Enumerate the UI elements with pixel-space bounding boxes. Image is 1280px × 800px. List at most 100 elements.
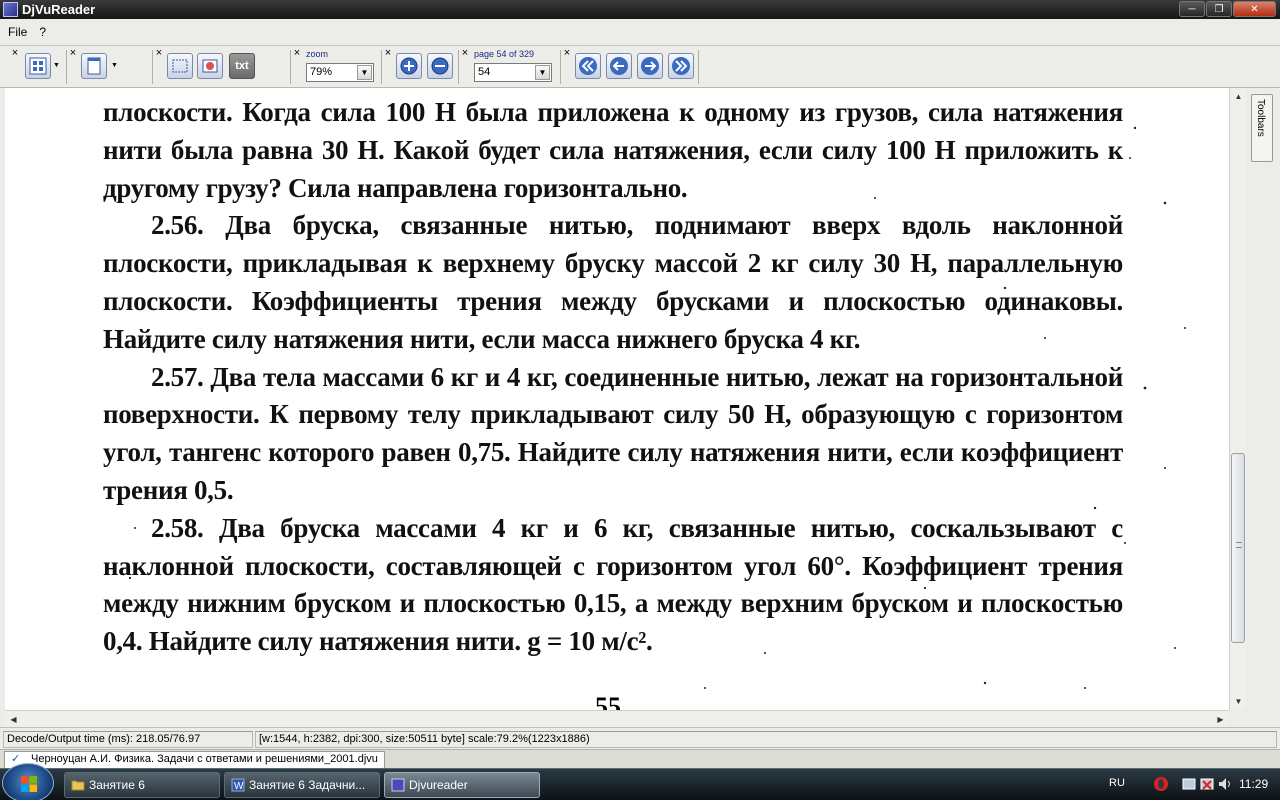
decode-time-status: Decode/Output time (ms): 218.05/76.97 [3, 731, 253, 748]
document-tab-label: Черноуцан А.И. Физика. Задачи с ответами… [31, 753, 378, 765]
scrollbar-thumb[interactable] [1231, 453, 1245, 643]
volume-icon[interactable] [1217, 776, 1233, 792]
zoom-out-icon [431, 57, 449, 75]
toolbar-close-icon[interactable]: × [383, 48, 393, 59]
arrow-left-icon [610, 57, 628, 75]
zoom-value: 79% [310, 66, 333, 78]
toolbar-close-icon[interactable]: × [68, 48, 78, 59]
double-arrow-left-icon [579, 57, 597, 75]
toolbar-separator [458, 50, 459, 84]
text-mode-button[interactable]: txt [229, 53, 255, 79]
previous-page-button[interactable] [606, 53, 632, 79]
paragraph-text: Два бруска массами 4 кг и 6 кг, связанны… [103, 512, 1123, 657]
opera-icon[interactable] [1153, 776, 1169, 792]
taskbar-item-folder[interactable]: Занятие 6 [64, 772, 220, 798]
select-image-button[interactable] [197, 53, 223, 79]
toolbar-separator [152, 50, 153, 84]
scroll-right-icon[interactable]: ▶ [1212, 711, 1229, 727]
document-icon: W [231, 778, 245, 792]
djvu-app-icon [3, 2, 18, 17]
horizontal-scrollbar[interactable]: ◀ ▶ [5, 710, 1229, 727]
taskbar-item-label: Занятие 6 [89, 778, 145, 792]
toolbars-tab-label: Toolbars [1255, 99, 1266, 137]
minimize-button[interactable]: ─ [1179, 1, 1205, 17]
scroll-left-icon[interactable]: ◀ [5, 711, 22, 727]
scroll-up-icon[interactable]: ▲ [1230, 88, 1247, 105]
layout-button[interactable] [25, 53, 51, 79]
menu-bar: File ? [0, 19, 1280, 46]
svg-text:W: W [234, 781, 244, 792]
windows-logo-icon [21, 776, 37, 792]
scroll-down-icon[interactable]: ▼ [1230, 693, 1247, 710]
zoom-in-icon [400, 57, 418, 75]
zoom-select[interactable]: 79% ▼ [306, 63, 374, 82]
close-button[interactable]: ✕ [1233, 1, 1276, 17]
taskbar-item-label: Занятие 6 Задачни... [249, 778, 366, 792]
toolbar-separator [381, 50, 382, 84]
clock[interactable]: 11:29 [1239, 777, 1268, 791]
zoom-label: zoom [306, 49, 329, 59]
menu-file[interactable]: File [8, 25, 27, 39]
window-title: DjVuReader [22, 2, 96, 17]
problem-number: 2.56. [151, 210, 204, 241]
arrow-right-icon [641, 57, 659, 75]
djvu-icon [391, 778, 405, 792]
image-info-status: [w:1544, h:2382, dpi:300, size:50511 byt… [255, 731, 1277, 748]
language-indicator[interactable]: RU [1109, 777, 1125, 789]
page-number: 55 [595, 692, 621, 710]
start-button[interactable] [2, 763, 54, 800]
restore-button[interactable]: ❐ [1206, 1, 1232, 17]
status-bar: Decode/Output time (ms): 218.05/76.97 [w… [0, 727, 1280, 749]
paragraph-text: Два тела массами 6 кг и 4 кг, соединенны… [103, 361, 1123, 505]
toolbar-close-icon[interactable]: × [460, 48, 470, 59]
image-icon [202, 59, 218, 73]
problem-number: 2.58. [151, 512, 204, 543]
taskbar: Занятие 6 W Занятие 6 Задачни... Djvurea… [0, 763, 1280, 800]
toolbar: × ▼ × ▼ × txt × zoom 79% ▼ × × page 54 o… [0, 46, 1280, 88]
taskbar-item-djvureader[interactable]: Djvureader [384, 772, 540, 798]
select-area-button[interactable] [167, 53, 193, 79]
page-label: page 54 of 329 [474, 49, 535, 59]
paragraph: 2.56. Два бруска, связанные нитью, подни… [103, 207, 1123, 358]
zoom-out-button[interactable] [427, 53, 453, 79]
toolbar-close-icon[interactable]: × [562, 48, 572, 59]
next-page-button[interactable] [637, 53, 663, 79]
first-page-button[interactable] [575, 53, 601, 79]
toolbar-close-icon[interactable]: × [292, 48, 302, 59]
select-rectangle-icon [172, 59, 188, 73]
network-icon[interactable] [1181, 776, 1197, 792]
toolbar-separator [560, 50, 561, 84]
layout-icon [29, 57, 47, 75]
double-arrow-right-icon [672, 57, 690, 75]
title-bar: DjVuReader ─ ❐ ✕ [0, 0, 1280, 19]
toolbar-separator [698, 50, 699, 84]
paragraph-text: плоскости. Когда сила 100 Н была приложе… [103, 97, 1123, 203]
document-view[interactable]: плоскости. Когда сила 100 Н была приложе… [0, 88, 1246, 710]
paragraph: 2.57. Два тела массами 6 кг и 4 кг, соед… [103, 359, 1123, 510]
taskbar-item-document[interactable]: W Занятие 6 Задачни... [224, 772, 380, 798]
zoom-in-button[interactable] [396, 53, 422, 79]
chevron-down-icon[interactable]: ▼ [111, 62, 118, 69]
toolbar-close-icon[interactable]: × [154, 48, 164, 59]
page-select[interactable]: 54 ▼ [474, 63, 552, 82]
page-icon [87, 57, 101, 75]
side-pane: Toolbars [1246, 88, 1280, 710]
chevron-down-icon[interactable]: ▼ [357, 65, 372, 80]
menu-help[interactable]: ? [39, 25, 46, 39]
paragraph: 2.58. Два бруска массами 4 кг и 6 кг, св… [103, 510, 1123, 661]
document-tab-strip: ✓ Черноуцан А.И. Физика. Задачи с ответа… [0, 749, 1280, 768]
network-disconnected-icon[interactable] [1199, 776, 1215, 792]
toolbars-tab[interactable]: Toolbars [1251, 94, 1273, 162]
problem-number: 2.57. [151, 361, 204, 392]
taskbar-item-label: Djvureader [409, 778, 468, 792]
chevron-down-icon[interactable]: ▼ [53, 62, 60, 69]
document-tab[interactable]: ✓ Черноуцан А.И. Физика. Задачи с ответа… [4, 751, 385, 768]
vertical-scrollbar[interactable]: ▲ ▼ [1229, 88, 1246, 710]
toolbar-close-icon[interactable]: × [10, 48, 20, 59]
page-view-button[interactable] [81, 53, 107, 79]
page-value: 54 [478, 66, 491, 78]
last-page-button[interactable] [668, 53, 694, 79]
folder-icon [71, 780, 85, 791]
paragraph-text: Два бруска, связанные нитью, поднимают в… [103, 210, 1123, 354]
chevron-down-icon[interactable]: ▼ [535, 65, 550, 80]
